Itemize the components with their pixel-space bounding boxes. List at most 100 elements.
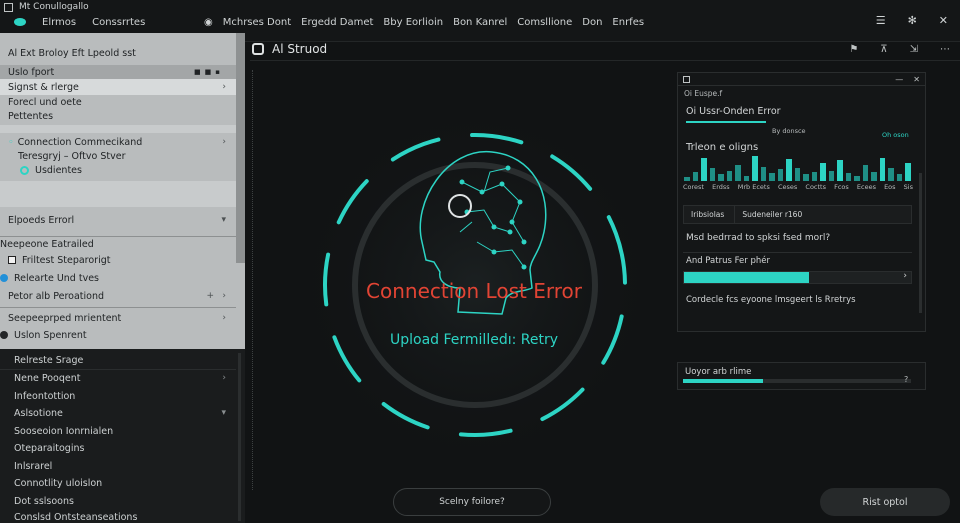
dark-item-label: Oteparaitogins bbox=[14, 442, 85, 454]
dark-item-6[interactable]: Inlsrarel bbox=[0, 459, 236, 473]
chart-x-label: Mrb Ecets bbox=[737, 183, 770, 191]
chart-bar bbox=[684, 177, 690, 181]
dark-item-label: Inlsrarel bbox=[14, 460, 53, 472]
dark-item-1[interactable]: Nene Pooqent › bbox=[0, 371, 236, 385]
chart-bar bbox=[854, 176, 860, 181]
error-subtitle[interactable]: Upload Fermilledı: Retry bbox=[345, 332, 603, 348]
panel-icon bbox=[683, 75, 690, 83]
menu-icon[interactable]: ☰ bbox=[876, 14, 886, 27]
upload-progress-bar: › bbox=[683, 271, 912, 284]
chart-bar bbox=[692, 172, 699, 181]
left-item-label: Relearte Und tves bbox=[14, 272, 99, 284]
left-item-label: Signst & rlerge bbox=[8, 81, 79, 93]
tab-3[interactable]: Ergedd Damet bbox=[301, 17, 373, 28]
dark-item-4[interactable]: Sooseoion Ionrnialen bbox=[0, 424, 236, 438]
left-item-label: Forecl und oete bbox=[8, 96, 82, 108]
left-item-9[interactable]: Relearte Und tves bbox=[0, 271, 236, 285]
vertical-guide bbox=[252, 70, 255, 490]
chevron-down-icon: ▾ bbox=[221, 215, 226, 225]
tab-active[interactable]: Iribsiolas bbox=[684, 206, 736, 223]
plus-icon[interactable]: + bbox=[206, 291, 214, 301]
close-icon[interactable]: ✕ bbox=[939, 14, 948, 27]
caption-right: By donsce bbox=[772, 127, 806, 135]
tab-strip: Elrmos Conssrrtes bbox=[14, 14, 145, 30]
chart-bar bbox=[718, 174, 724, 181]
dark-item-3[interactable]: Aslsotione ▾ bbox=[0, 406, 236, 420]
chart-bar bbox=[871, 172, 877, 181]
more-icon[interactable]: ⋯ bbox=[940, 44, 950, 55]
expand-icon[interactable]: ⇲ bbox=[910, 44, 918, 55]
pin-icon[interactable]: ⊼ bbox=[880, 44, 887, 55]
dark-item-2[interactable]: Infeontottion bbox=[0, 389, 236, 403]
status-dot-icon bbox=[0, 274, 8, 282]
dark-item-5[interactable]: Oteparaitogins bbox=[0, 441, 236, 455]
retry-button[interactable]: Scelny foilore? bbox=[393, 488, 551, 516]
settings-icon[interactable]: ✻ bbox=[908, 14, 917, 27]
left-item-12[interactable]: Uslon Spenrent bbox=[0, 328, 236, 342]
error-title: Connection Lost Error bbox=[366, 279, 582, 303]
chart-x-label: Corest bbox=[683, 183, 704, 191]
chart-bar bbox=[896, 174, 903, 181]
left-scrollbar[interactable] bbox=[236, 33, 245, 263]
left-panel: Al Ext Broloy Eft Lpeold sst Uslo fport … bbox=[0, 33, 245, 523]
left-item-label: Elpoeds Errorl bbox=[8, 214, 75, 226]
left-item-3[interactable]: ◦ Connection Commecikand › bbox=[0, 135, 236, 149]
dark-item-label: Dot sslsoons bbox=[14, 495, 74, 507]
left-item-7[interactable]: Neepeone Eatrailed bbox=[0, 237, 236, 251]
tab-other[interactable]: Sudeneiler r160 bbox=[735, 206, 812, 223]
options-button[interactable]: Rist optol bbox=[820, 488, 950, 516]
chevron-right-icon[interactable]: › bbox=[903, 271, 907, 281]
left-item-8[interactable]: Friltest Steparorigt bbox=[0, 253, 236, 267]
window-title-area: Mt Conullogallo bbox=[0, 0, 89, 14]
tab-5[interactable]: Bon Kanrel bbox=[453, 17, 507, 28]
chart-x-label: Eos bbox=[884, 183, 896, 191]
bullet-icon: ◦ bbox=[8, 136, 14, 148]
tab-4[interactable]: Bby Eorlioin bbox=[383, 17, 443, 28]
help-icon[interactable]: ? bbox=[904, 375, 908, 384]
main-header: Al Struod bbox=[252, 38, 327, 60]
divider bbox=[0, 307, 236, 308]
left-item-4[interactable]: Teresgryj – Oftvo Stver bbox=[0, 149, 236, 163]
window-title: Mt Conullogallo bbox=[19, 2, 89, 12]
left-item-1[interactable]: Forecl und oete bbox=[0, 95, 236, 109]
right-panel-title: Oi Ussr-Onden Error bbox=[686, 106, 781, 117]
divider bbox=[683, 252, 912, 253]
title-underline bbox=[686, 121, 766, 123]
left-item-10[interactable]: Petor alb Peroationd + › bbox=[0, 289, 236, 303]
left-dark-scrollbar[interactable] bbox=[238, 353, 241, 521]
left-item-0[interactable]: Signst & rlerge › bbox=[0, 79, 236, 95]
right-panel-scrollbar[interactable] bbox=[919, 173, 922, 313]
chart-bar bbox=[888, 168, 894, 181]
dark-item-0[interactable]: Relreste Srage bbox=[0, 353, 236, 367]
left-item-11[interactable]: Seepeeprped mrientent › bbox=[0, 311, 236, 325]
subheader-controls-icon[interactable]: ■■▪ bbox=[194, 68, 224, 76]
question-text: Msd bedrrad to spksi fsed morl? bbox=[686, 233, 831, 243]
tab-2[interactable]: Mchrses Dont bbox=[223, 17, 291, 28]
chart-bar bbox=[769, 173, 775, 181]
dark-item-9[interactable]: Conslsd Ontsteanseations bbox=[0, 511, 236, 523]
dark-item-8[interactable]: Dot sslsoons bbox=[0, 494, 236, 508]
chart-bar bbox=[879, 158, 886, 181]
chart-bar bbox=[726, 171, 733, 181]
caption-teal: Oh oson bbox=[882, 131, 909, 139]
minimize-icon[interactable]: — bbox=[895, 75, 903, 84]
tab-7[interactable]: Don bbox=[582, 17, 602, 28]
divider bbox=[0, 369, 236, 370]
left-band-2 bbox=[0, 181, 236, 207]
chevron-down-icon: ▾ bbox=[221, 408, 226, 418]
chart-bar bbox=[760, 167, 767, 181]
tab-6[interactable]: Comsllione bbox=[517, 17, 572, 28]
tab-8[interactable]: Enrfes bbox=[612, 17, 644, 28]
left-item-2[interactable]: Pettentes bbox=[0, 109, 236, 123]
left-panel-subheader: Uslo fport ■■▪ bbox=[0, 65, 236, 79]
tab-1[interactable]: Conssrrtes bbox=[92, 17, 145, 28]
left-item-5[interactable]: Usdientes bbox=[0, 163, 236, 177]
flag-icon[interactable]: ⚑ bbox=[849, 44, 858, 55]
left-item-6[interactable]: Elpoeds Errorl ▾ bbox=[0, 213, 236, 227]
dark-item-7[interactable]: Connotlity uloislon bbox=[0, 476, 236, 490]
checkbox[interactable] bbox=[8, 256, 16, 264]
chart-bar bbox=[837, 160, 843, 181]
chevron-right-icon: › bbox=[222, 313, 226, 323]
close-icon[interactable]: ✕ bbox=[913, 75, 920, 84]
tab-0[interactable]: Elrmos bbox=[42, 17, 76, 28]
